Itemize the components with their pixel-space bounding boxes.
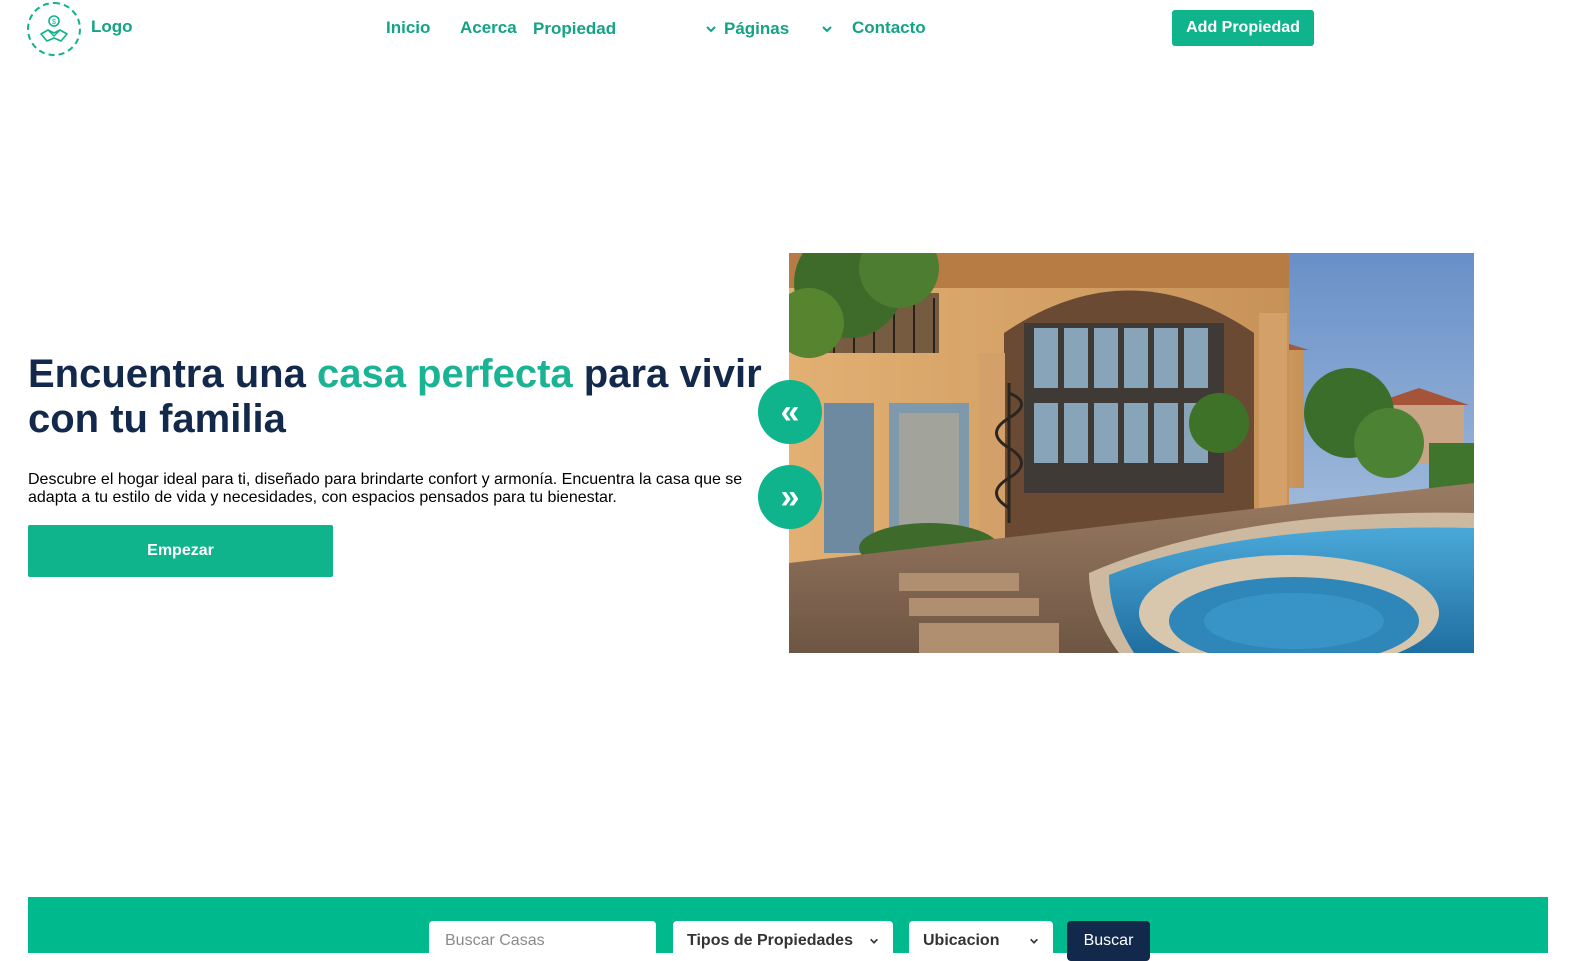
- carousel-next-button[interactable]: »: [758, 465, 822, 529]
- hero-house-image: [789, 253, 1474, 653]
- nav-paginas[interactable]: Páginas: [724, 19, 789, 39]
- hero-title-start: Encuentra una: [28, 352, 317, 396]
- nav-inicio[interactable]: Inicio: [386, 18, 430, 38]
- search-button[interactable]: Buscar: [1067, 921, 1150, 961]
- carousel-prev-button[interactable]: «: [758, 380, 822, 444]
- chevron-down-icon: [1030, 938, 1038, 944]
- logo-text: Logo: [91, 17, 133, 36]
- nav-propiedad[interactable]: Propiedad: [533, 19, 616, 39]
- navbar: $ Logo Inicio Acerca Propiedad Páginas C…: [0, 0, 1575, 60]
- add-property-button[interactable]: Add Propiedad: [1172, 10, 1314, 46]
- location-select[interactable]: Ubicacion: [909, 921, 1053, 961]
- nav-acerca[interactable]: Acerca: [460, 18, 517, 38]
- chevron-down-icon[interactable]: [821, 23, 833, 35]
- svg-text:$: $: [52, 19, 56, 26]
- double-chevron-right-icon: »: [780, 477, 800, 516]
- start-button[interactable]: Empezar: [28, 525, 333, 577]
- hero-title-accent: casa perfecta: [316, 352, 573, 396]
- nav-contacto[interactable]: Contacto: [852, 18, 926, 38]
- location-label: Ubicacion: [923, 932, 1000, 949]
- hero-description: Descubre el hogar ideal para ti, diseñad…: [28, 471, 743, 506]
- chevron-down-icon: [870, 938, 878, 944]
- handshake-logo-icon: $: [27, 2, 81, 56]
- property-type-select[interactable]: Tipos de Propiedades: [673, 921, 893, 961]
- search-input[interactable]: [429, 921, 656, 961]
- logo[interactable]: $ Logo: [27, 0, 133, 58]
- hero-title: Encuentra una casa perfecta para vivir c…: [28, 352, 788, 442]
- double-chevron-left-icon: «: [780, 392, 800, 431]
- property-type-label: Tipos de Propiedades: [687, 932, 853, 949]
- chevron-down-icon[interactable]: [705, 23, 717, 35]
